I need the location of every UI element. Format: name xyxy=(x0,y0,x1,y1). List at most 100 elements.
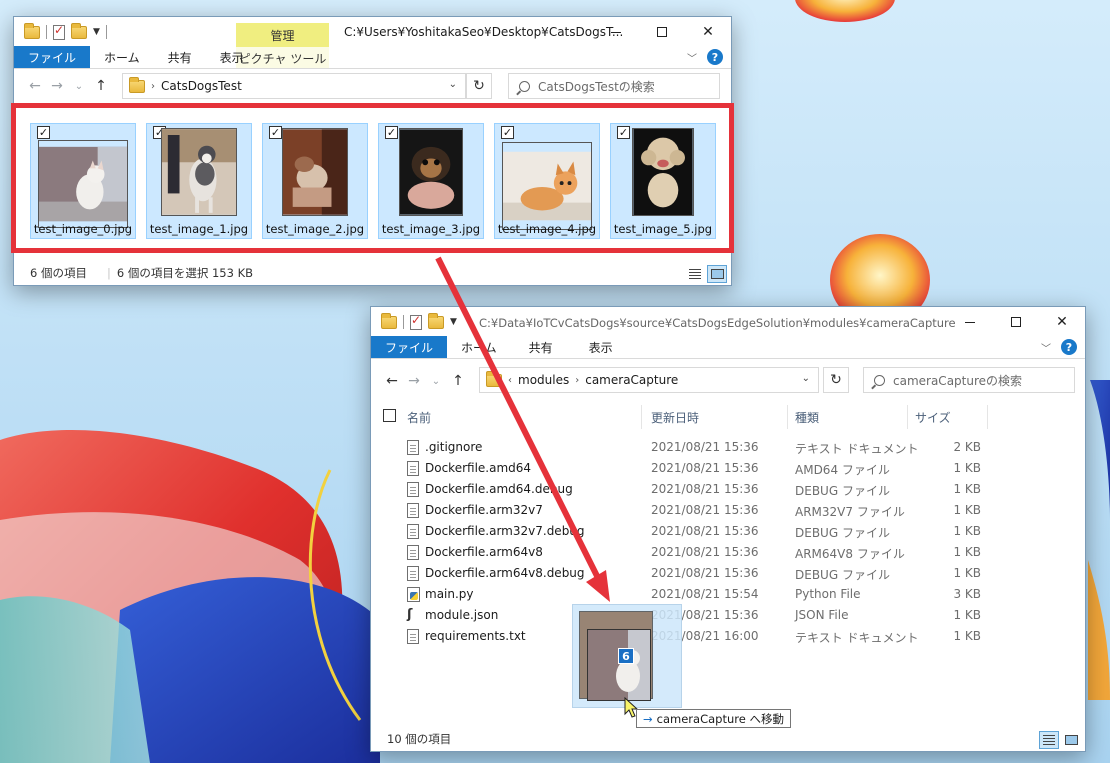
file-list[interactable]: .gitignore 2021/08/21 15:36 テキスト ドキュメント 2 K… xyxy=(371,437,1085,647)
file-row[interactable]: requirements.txt 2021/08/21 16:00 テキスト ドキュ… xyxy=(371,626,1085,647)
large-icons-view-button[interactable] xyxy=(1061,731,1081,749)
title-bar[interactable]: ▼ C:¥Users¥YoshitakaSeo¥Desktop¥CatsDogs… xyxy=(14,17,731,47)
column-header-type[interactable]: 種類 xyxy=(795,409,819,426)
explorer-window-cameracapture[interactable]: ▼ C:¥Data¥IoTCvCatsDogs¥source¥CatsDogsE… xyxy=(370,306,1086,752)
thumbnail-item[interactable]: ✓ test_image_5.jpg xyxy=(610,123,716,239)
tab-view[interactable]: 表示 xyxy=(571,336,631,358)
breadcrumb-item[interactable]: cameraCapture xyxy=(585,373,678,387)
maximize-icon xyxy=(1011,317,1021,327)
tab-share[interactable]: 共有 xyxy=(154,46,206,68)
tab-view[interactable]: 表示 xyxy=(206,46,258,68)
column-divider[interactable] xyxy=(787,405,788,429)
file-row[interactable]: Dockerfile.arm64v8 2021/08/21 15:36 ARM64V… xyxy=(371,542,1085,563)
breadcrumb-chevron-icon[interactable]: ‹ xyxy=(508,375,512,386)
column-divider[interactable] xyxy=(641,405,642,429)
maximize-button[interactable] xyxy=(639,17,685,47)
expand-ribbon-chevron-icon[interactable]: ﹀ xyxy=(1041,340,1051,355)
help-icon[interactable]: ? xyxy=(707,49,723,65)
expand-ribbon-chevron-icon[interactable]: ﹀ xyxy=(687,50,697,65)
file-row[interactable]: Dockerfile.amd64 2021/08/21 15:36 AMD64 ファ… xyxy=(371,458,1085,479)
minimize-button[interactable] xyxy=(947,307,993,337)
file-type: ARM32V7 ファイル xyxy=(795,505,905,519)
close-button[interactable]: ✕ xyxy=(685,17,731,47)
column-header-name[interactable]: 名前 xyxy=(407,409,431,426)
large-icons-view-button[interactable] xyxy=(707,265,727,283)
column-header-size[interactable]: サイズ xyxy=(915,409,951,426)
tab-file[interactable]: ファイル xyxy=(371,336,448,358)
explorer-window-catsdogstest[interactable]: ▼ C:¥Users¥YoshitakaSeo¥Desktop¥CatsDogs… xyxy=(13,16,732,286)
refresh-button[interactable]: ↻ xyxy=(466,73,492,99)
file-row[interactable]: Dockerfile.amd64.debug 2021/08/21 15:36 DE… xyxy=(371,479,1085,500)
address-bar[interactable]: › CatsDogsTest ⌄ xyxy=(122,73,466,99)
file-row[interactable]: ʃ module.json 2021/08/21 15:36 JSON File 1 K… xyxy=(371,605,1085,626)
toolbar-divider xyxy=(105,25,107,39)
new-folder-icon[interactable] xyxy=(71,22,87,39)
thumbnail-item[interactable]: ✓ test_image_2.jpg xyxy=(262,123,368,239)
maximize-button[interactable] xyxy=(993,307,1039,337)
thumbnail-item[interactable]: ✓ test_image_3.jpg xyxy=(378,123,484,239)
breadcrumb-item[interactable]: modules xyxy=(518,373,569,387)
file-name: Dockerfile.arm32v7.debug xyxy=(425,524,585,538)
tab-home[interactable]: ホーム xyxy=(447,336,511,358)
thumbnail-item[interactable]: ✓ test_image_4.jpg xyxy=(494,123,600,239)
text-file-icon xyxy=(407,503,419,518)
file-row[interactable]: Dockerfile.arm32v7.debug 2021/08/21 15:36… xyxy=(371,521,1085,542)
recent-locations-chevron-icon[interactable]: ⌄ xyxy=(68,81,90,92)
close-button[interactable]: ✕ xyxy=(1039,307,1085,337)
address-dropdown-chevron-icon[interactable]: ⌄ xyxy=(449,79,457,90)
title-bar[interactable]: ▼ C:¥Data¥IoTCvCatsDogs¥source¥CatsDogsE… xyxy=(371,307,1085,337)
select-all-checkbox[interactable] xyxy=(383,409,396,422)
tab-share[interactable]: 共有 xyxy=(511,336,571,358)
search-box[interactable]: cameraCaptureの検索 xyxy=(863,367,1075,393)
tab-home[interactable]: ホーム xyxy=(90,46,154,68)
file-thumbnails-view[interactable]: ✓ test_image_0.jpg ✓ test_image_1.jpg ✓ … xyxy=(16,117,730,257)
selection-checkbox[interactable]: ✓ xyxy=(501,126,514,139)
tab-file[interactable]: ファイル xyxy=(14,46,91,68)
column-header-date[interactable]: 更新日時 xyxy=(651,409,699,426)
file-name: module.json xyxy=(425,608,499,622)
address-dropdown-chevron-icon[interactable]: ⌄ xyxy=(802,373,810,384)
up-button[interactable]: ↑ xyxy=(90,78,112,94)
file-row[interactable]: .gitignore 2021/08/21 15:36 テキスト ドキュメント 2 K… xyxy=(371,437,1085,458)
back-button[interactable]: ← xyxy=(24,78,46,94)
search-box[interactable]: CatsDogsTestの検索 xyxy=(508,73,720,99)
thumbnail-item[interactable]: ✓ test_image_1.jpg xyxy=(146,123,252,239)
breadcrumb-chevron-icon[interactable]: › xyxy=(575,375,579,386)
minimize-button[interactable] xyxy=(593,17,639,47)
file-row[interactable]: Dockerfile.arm64v8.debug 2021/08/21 15:36… xyxy=(371,563,1085,584)
selection-checkbox[interactable]: ✓ xyxy=(37,126,50,139)
recent-locations-chevron-icon[interactable]: ⌄ xyxy=(425,376,447,387)
refresh-button[interactable]: ↻ xyxy=(823,367,849,393)
details-view-button[interactable] xyxy=(1039,731,1059,749)
properties-icon[interactable] xyxy=(53,23,65,40)
file-size: 1 KB xyxy=(953,608,981,622)
breadcrumb-chevron-icon[interactable]: › xyxy=(151,81,155,92)
forward-button[interactable]: → xyxy=(46,78,68,94)
large-icons-view-icon xyxy=(1064,735,1078,745)
forward-button[interactable]: → xyxy=(403,373,425,389)
file-name: Dockerfile.arm64v8 xyxy=(425,545,543,559)
customize-toolbar-chevron-icon[interactable]: ▼ xyxy=(93,27,100,37)
file-row[interactable]: main.py 2021/08/21 15:54 Python File 3 KB xyxy=(371,584,1085,605)
help-icon[interactable]: ? xyxy=(1061,339,1077,355)
breadcrumb-item[interactable]: CatsDogsTest xyxy=(161,79,242,93)
selection-checkbox[interactable]: ✓ xyxy=(269,126,282,139)
selection-checkbox[interactable]: ✓ xyxy=(385,126,398,139)
column-divider[interactable] xyxy=(987,405,988,429)
drag-preview: 6 xyxy=(572,604,682,708)
new-folder-icon[interactable] xyxy=(428,312,444,329)
back-button[interactable]: ← xyxy=(381,373,403,389)
drop-tooltip: → cameraCapture へ移動 xyxy=(636,709,791,728)
address-bar[interactable]: ‹ modules › cameraCapture ⌄ xyxy=(479,367,819,393)
up-button[interactable]: ↑ xyxy=(447,373,469,389)
file-row[interactable]: Dockerfile.arm32v7 2021/08/21 15:36 ARM32V… xyxy=(371,500,1085,521)
file-size: 2 KB xyxy=(953,440,981,454)
properties-icon[interactable] xyxy=(410,313,422,330)
customize-toolbar-chevron-icon[interactable]: ▼ xyxy=(450,317,457,327)
status-bar: 10 個の項目 xyxy=(371,727,1085,751)
details-view-button[interactable] xyxy=(685,265,705,283)
thumbnail-label: test_image_2.jpg xyxy=(265,222,365,236)
thumbnail-item[interactable]: ✓ test_image_0.jpg xyxy=(30,123,136,239)
selection-checkbox[interactable]: ✓ xyxy=(617,126,630,139)
column-divider[interactable] xyxy=(907,405,908,429)
